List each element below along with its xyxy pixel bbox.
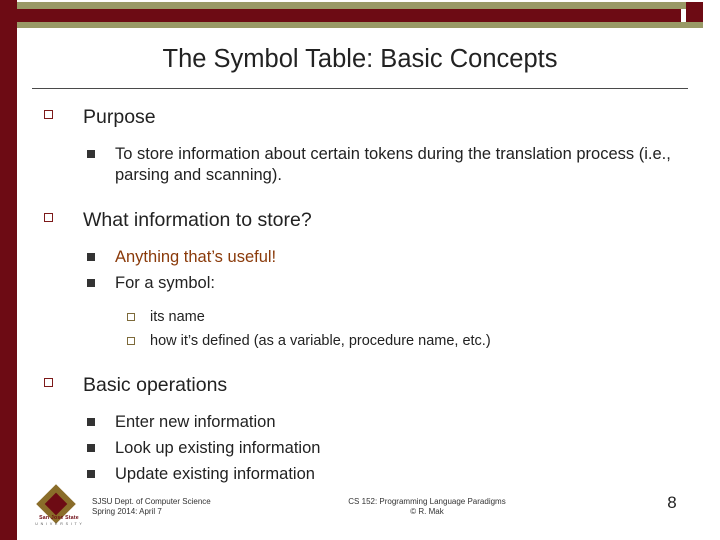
square-bullet-icon [44,213,53,222]
list-item: Enter new information [40,412,688,433]
list-item-label: For a symbol: [115,274,215,292]
footer-department: SJSU Dept. of Computer Science [92,497,211,506]
section-heading-label: What information to store? [83,209,312,231]
sub-list-item-label: how it’s defined (as a variable, procedu… [150,333,491,349]
section-heading: What information to store? [40,207,688,233]
section-heading: Basic operations [40,372,688,398]
sub-list-item-label: its name [150,309,205,325]
filled-square-bullet-icon [87,418,95,426]
logo-name: San Jose State [39,515,79,521]
list-item-label: To store information about certain token… [115,145,671,184]
footer-left-text: SJSU Dept. of Computer Science Spring 20… [92,497,211,517]
top-dark-bar [17,9,703,22]
list-item-label: Anything that’s useful! [115,248,277,266]
small-square-bullet-icon [127,337,135,345]
top-right-olive-block [686,22,703,28]
sub-list-item: how it’s defined (as a variable, procedu… [40,332,688,351]
slide: The Symbol Table: Basic Concepts Purpose… [0,0,720,540]
page-title: The Symbol Table: Basic Concepts [162,45,558,73]
filled-square-bullet-icon [87,470,95,478]
list-item: Anything that’s useful! [40,247,688,268]
list-item-label: Update existing information [115,465,315,483]
list-item: For a symbol: [40,273,688,294]
list-item: To store information about certain token… [40,144,688,186]
footer-course: CS 152: Programming Language Paradigms [348,497,506,506]
sjsu-logo-icon: San Jose State U N I V E R S I T Y [35,484,83,532]
filled-square-bullet-icon [87,253,95,261]
filled-square-bullet-icon [87,444,95,452]
logo-subtitle: U N I V E R S I T Y [35,522,83,526]
filled-square-bullet-icon [87,150,95,158]
list-item: Update existing information [40,464,688,485]
square-bullet-icon [44,110,53,119]
footer-copyright: © R. Mak [410,507,444,516]
title-divider [32,88,688,89]
section-heading-label: Basic operations [83,374,228,396]
slide-content: Purpose To store information about certa… [40,104,688,485]
list-item-label: Look up existing information [115,439,321,457]
footer-term: Spring 2014: April 7 [92,507,162,516]
section-heading-label: Purpose [83,106,156,128]
square-bullet-icon [44,378,53,387]
small-square-bullet-icon [127,313,135,321]
page-number: 8 [667,493,677,512]
top-olive-bar-lower [17,22,703,28]
top-right-dark-block [686,2,703,22]
sub-list-item: its name [40,308,688,327]
slide-footer: San Jose State U N I V E R S I T Y SJSU … [17,484,720,540]
list-item: Look up existing information [40,438,688,459]
section-heading: Purpose [40,104,688,130]
list-item-label: Enter new information [115,413,276,431]
top-olive-bar-upper [17,2,703,9]
footer-center-text: CS 152: Programming Language Paradigms ©… [287,497,567,517]
filled-square-bullet-icon [87,279,95,287]
left-accent-bar [0,0,17,540]
